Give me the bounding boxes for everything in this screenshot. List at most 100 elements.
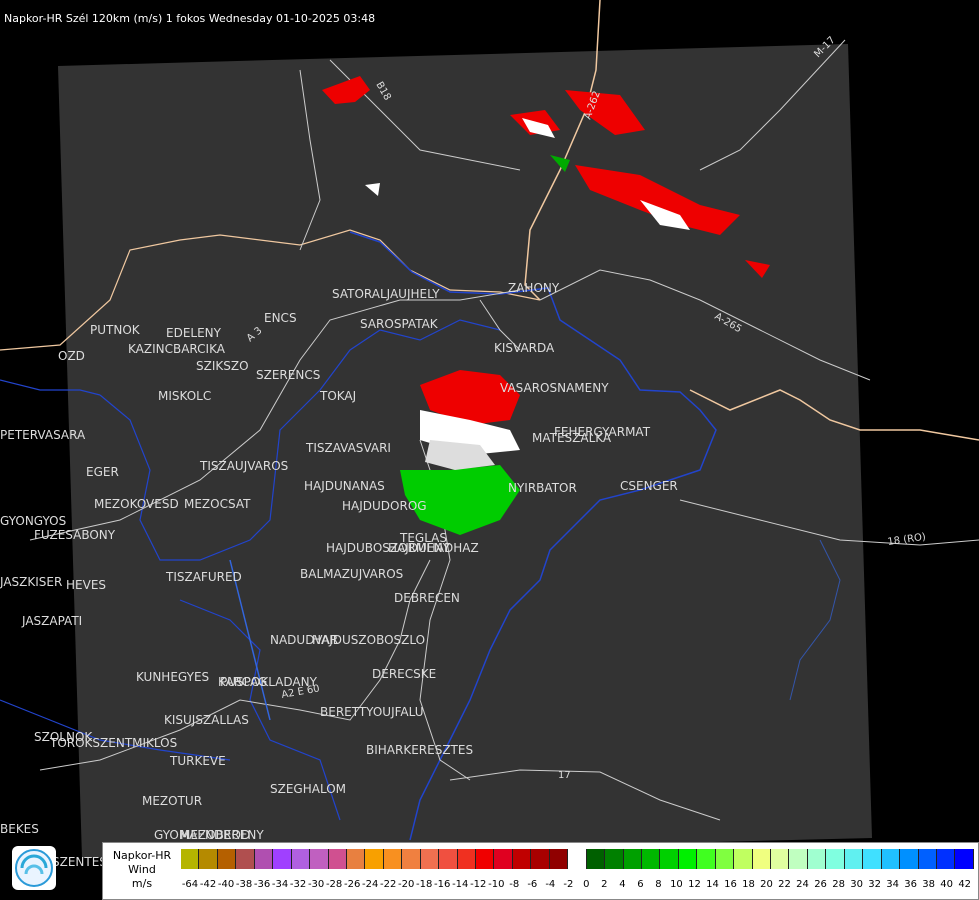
legend-tick: 24 (796, 879, 809, 890)
city-label: BIHARKERESZTES (366, 743, 473, 757)
legend-swatch (715, 849, 735, 869)
legend-swatch (512, 849, 532, 869)
city-label: SZENTES (52, 855, 107, 869)
city-label: BEKES (0, 822, 39, 836)
legend-title: Napkor-HR Wind m/s (107, 849, 177, 891)
city-label: HAJDUDOROG (342, 499, 427, 513)
legend-swatch (291, 849, 311, 869)
legend-tick: 12 (688, 879, 701, 890)
city-label: FUZESABONY (34, 528, 116, 542)
legend-tick: -2 (563, 879, 574, 890)
legend-swatch (586, 849, 606, 869)
city-label: KARCAG (218, 675, 267, 689)
legend-swatch (678, 849, 698, 869)
legend-swatch (697, 849, 716, 869)
map-title: Napkor-HR Szél 120km (m/s) 1 fokos Wedne… (4, 12, 376, 25)
legend-tick: 34 (886, 879, 899, 890)
city-label: MEZOCSAT (184, 497, 251, 511)
legend-swatch (420, 849, 440, 869)
legend-tick: -26 (343, 879, 361, 890)
legend-color-bar (181, 849, 974, 869)
city-label: KISVARDA (494, 341, 555, 355)
legend-swatch (217, 849, 237, 869)
legend-tick: -32 (289, 879, 307, 890)
legend-swatch (365, 849, 384, 869)
city-label: TOKAJ (319, 389, 356, 403)
city-label: PUTNOK (90, 323, 141, 337)
legend-tick: -36 (253, 879, 271, 890)
city-label: EGER (86, 465, 119, 479)
legend-tick: -18 (416, 879, 433, 890)
legend-tick: 36 (904, 879, 917, 890)
legend-swatch (236, 849, 255, 869)
legend-swatch (789, 849, 808, 869)
city-label: GYONGYOS (0, 514, 66, 528)
legend-swatch (476, 849, 495, 869)
city-label: MEZOBERENY (180, 828, 264, 842)
city-label: SAROSPATAK (360, 317, 439, 331)
city-label: TISZAFURED (165, 570, 242, 584)
legend-tick: -30 (307, 879, 325, 890)
legend-tick: 8 (655, 879, 662, 890)
city-label: JASZAPATI (21, 614, 82, 628)
legend-tick: 30 (850, 879, 863, 890)
legend-tick: 22 (778, 879, 791, 890)
legend-tick: 10 (670, 879, 683, 890)
legend-tick: 0 (583, 879, 590, 890)
legend-swatch (660, 849, 679, 869)
city-label: OZD (58, 349, 85, 363)
city-label: KISUJSZALLAS (164, 713, 249, 727)
legend-swatch (181, 849, 200, 869)
legend-swatch (402, 849, 421, 869)
legend-tick: -24 (361, 879, 379, 890)
city-label: DERECSKE (372, 667, 436, 681)
legend-swatch (439, 849, 458, 869)
city-label: TOROKSZENTMIKLOS (49, 736, 177, 750)
city-label: ZAHONY (508, 281, 560, 295)
legend-swatch (918, 849, 937, 869)
legend-tick: -34 (271, 879, 289, 890)
city-label: TISZAVASVARI (305, 441, 391, 455)
legend-tick: 20 (760, 879, 773, 890)
legend-swatch (310, 849, 329, 869)
legend-tick: 2 (601, 879, 608, 890)
legend-swatch (955, 849, 974, 869)
city-label: VASAROSNAMENY (500, 381, 609, 395)
legend-tick: -40 (217, 879, 235, 890)
city-label: HAJDUNANAS (304, 479, 385, 493)
city-label: TISZAUJVAROS (199, 459, 288, 473)
legend-swatch (328, 849, 347, 869)
city-label: MATESZALKA (532, 431, 612, 445)
legend-tick: 38 (922, 879, 936, 890)
svg-text:17: 17 (558, 770, 571, 781)
legend-swatch (254, 849, 274, 869)
legend-swatch (605, 849, 624, 869)
legend-title-line3: m/s (131, 877, 153, 890)
legend-tick: 18 (742, 879, 755, 890)
legend-swatch (531, 849, 550, 869)
legend-tick: -28 (325, 879, 343, 890)
legend-swatch (346, 849, 366, 869)
legend-swatch (494, 849, 513, 869)
legend-tick: -14 (452, 879, 469, 890)
legend-swatch (623, 849, 642, 869)
legend-title-line2: Wind (128, 863, 156, 876)
legend-tick: -38 (235, 879, 253, 890)
legend-swatch (752, 849, 771, 869)
city-label: JASZKISER (0, 575, 62, 589)
legend-tick: 14 (706, 879, 719, 890)
legend-swatch (457, 849, 476, 869)
city-label: TEGLAS (399, 531, 447, 545)
legend-tick: -6 (527, 879, 538, 890)
legend-tick: -12 (470, 879, 487, 890)
city-label: CSENGER (620, 479, 678, 493)
wind-legend: Napkor-HR Wind m/s -64 -42 -40 -38 -36 -34 -32… (102, 842, 979, 900)
city-label: PETERVASARA (0, 428, 86, 442)
legend-swatch (641, 849, 661, 869)
legend-swatch (826, 849, 845, 869)
legend-swatch (273, 849, 292, 869)
legend-swatch (936, 849, 956, 869)
legend-tick: 42 (958, 879, 972, 890)
legend-tick: -64 (181, 879, 199, 890)
city-label: HEVES (66, 578, 106, 592)
